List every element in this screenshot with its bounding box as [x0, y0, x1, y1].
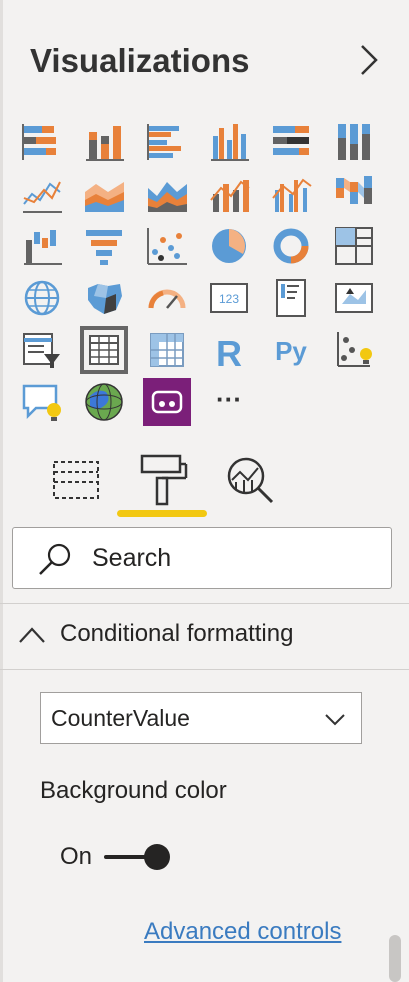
more-visuals-icon[interactable]: ··· — [205, 378, 253, 426]
globe-map-icon[interactable] — [80, 378, 128, 426]
fields-tab-icon[interactable] — [46, 450, 106, 510]
advanced-controls-link[interactable]: Advanced controls — [144, 918, 341, 946]
conditional-formatting-section-header[interactable]: Conditional formatting — [0, 603, 400, 668]
slicer-icon[interactable] — [18, 326, 66, 374]
gauge-icon[interactable] — [143, 274, 191, 322]
waterfall-chart-icon[interactable] — [18, 222, 66, 270]
pie-chart-icon[interactable] — [205, 222, 253, 270]
search-label: Search — [92, 544, 172, 572]
scatter-chart-icon[interactable] — [143, 222, 191, 270]
svg-text:Py: Py — [275, 336, 307, 366]
stacked-area-chart-icon[interactable] — [143, 170, 191, 218]
r-script-visual-icon[interactable]: R — [205, 326, 253, 374]
card-icon[interactable]: 123 — [205, 274, 253, 322]
line-chart-icon[interactable] — [18, 170, 66, 218]
kpi-icon[interactable] — [330, 274, 378, 322]
pane-title: Visualizations — [30, 42, 250, 79]
svg-text:R: R — [216, 333, 242, 374]
funnel-icon[interactable] — [80, 222, 128, 270]
section-title: Conditional formatting — [60, 620, 294, 647]
stacked-bar-chart-icon[interactable] — [18, 118, 66, 166]
qa-icon[interactable] — [18, 378, 66, 426]
chevron-right-icon[interactable] — [352, 40, 386, 80]
active-tab-indicator — [117, 510, 207, 517]
search-icon — [39, 543, 71, 575]
toggle-state-label: On — [60, 843, 93, 870]
svg-text:123: 123 — [219, 292, 239, 306]
key-influencers-icon[interactable] — [330, 326, 378, 374]
donut-chart-icon[interactable] — [267, 222, 315, 270]
multi-row-card-icon[interactable] — [267, 274, 315, 322]
filled-map-icon[interactable] — [80, 274, 128, 322]
chevron-up-icon — [19, 627, 45, 643]
100pct-stacked-bar-chart-icon[interactable] — [267, 118, 315, 166]
line-and-stacked-column-chart-icon[interactable] — [205, 170, 253, 218]
area-chart-icon[interactable] — [80, 170, 128, 218]
analytics-tab-icon[interactable] — [222, 450, 282, 510]
matrix-icon[interactable] — [143, 326, 191, 374]
divider — [0, 669, 409, 670]
ribbon-chart-icon[interactable] — [330, 170, 378, 218]
clustered-column-chart-icon[interactable] — [205, 118, 253, 166]
svg-text:···: ··· — [216, 384, 242, 414]
map-icon[interactable] — [18, 274, 66, 322]
scrollbar-thumb[interactable] — [389, 935, 401, 982]
table-icon[interactable] — [80, 326, 128, 374]
chevron-down-icon — [325, 714, 345, 726]
field-dropdown[interactable]: CounterValue — [40, 692, 362, 744]
treemap-icon[interactable] — [330, 222, 378, 270]
dropdown-value: CounterValue — [51, 705, 190, 731]
line-and-clustered-column-chart-icon[interactable] — [267, 170, 315, 218]
background-color-toggle[interactable] — [104, 842, 174, 872]
format-tab-icon[interactable] — [132, 450, 192, 510]
100pct-stacked-column-chart-icon[interactable] — [330, 118, 378, 166]
background-color-label: Background color — [40, 777, 227, 804]
python-visual-icon[interactable]: Py — [267, 326, 315, 374]
search-box[interactable]: Search — [12, 527, 392, 589]
custom-visual-icon[interactable] — [143, 378, 191, 426]
clustered-bar-chart-icon[interactable] — [143, 118, 191, 166]
stacked-column-chart-icon[interactable] — [80, 118, 128, 166]
